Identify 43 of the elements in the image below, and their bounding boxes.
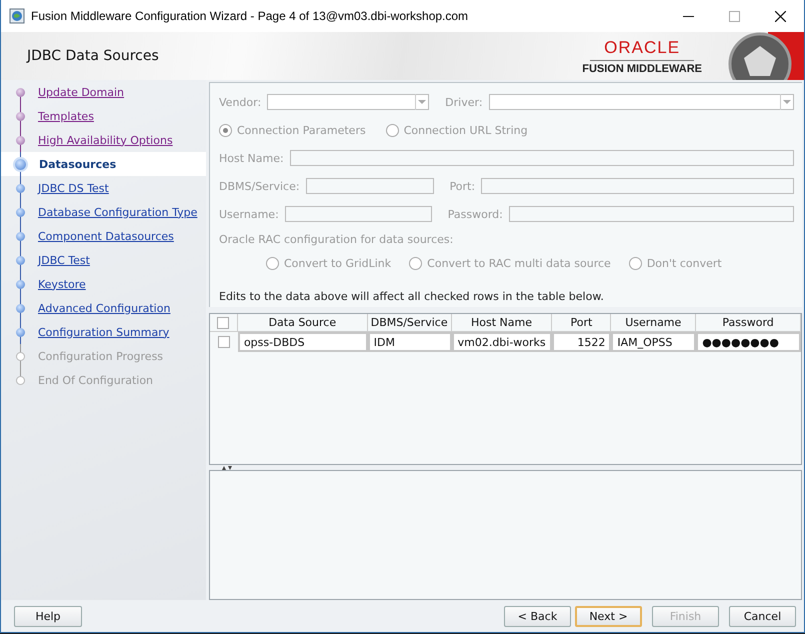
step-link[interactable]: JDBC DS Test: [38, 182, 109, 194]
splitter-arrows-icon: [221, 464, 233, 470]
step-link[interactable]: Update Domain: [38, 86, 124, 98]
dropdown-arrow-icon: [415, 94, 428, 110]
wizard-button[interactable]: < Back: [504, 606, 571, 626]
checkbox[interactable]: [217, 316, 230, 328]
section-label: Oracle RAC configuration for data sources:: [219, 233, 454, 246]
table-cell: opss-DBDS: [238, 332, 368, 352]
close-icon: [775, 10, 786, 22]
brand-logo: ORACLE: [590, 38, 694, 60]
step-label: Configuration Progress: [38, 350, 164, 362]
instruction-text: Edits to the data above will affect all checked rows in the table below.: [219, 290, 605, 303]
maximize-icon: [729, 10, 740, 22]
field-label: Vendor:: [219, 96, 262, 108]
table-cell: ●●●●●●●●: [696, 332, 802, 352]
field-label: DBMS/Service:: [219, 180, 300, 192]
field-label: Password:: [448, 208, 503, 220]
step-link[interactable]: High Availability Options: [38, 134, 173, 146]
step-link[interactable]: Keystore: [38, 278, 86, 290]
page-title: JDBC Data Sources: [27, 48, 160, 64]
wizard-button[interactable]: Help: [14, 606, 82, 626]
checkbox[interactable]: [218, 336, 230, 348]
table-cell: IDM: [368, 332, 452, 352]
table-cell: vm02.dbi-works: [452, 332, 552, 352]
field-label: Driver:: [445, 96, 483, 108]
step-link[interactable]: Component Datasources: [38, 230, 174, 242]
field-label: Port:: [450, 180, 476, 192]
window-title: Fusion Middleware Configuration Wizard - Page 4 of 13@vm03.dbi-workshop.com: [31, 9, 470, 23]
table-cell: IAM_OPSS: [611, 332, 696, 352]
table-cell: 1522: [552, 332, 612, 352]
app-icon: [9, 8, 25, 24]
brand-subtitle: FUSION MIDDLEWARE: [582, 62, 702, 74]
step-link[interactable]: Advanced Configuration: [38, 302, 170, 314]
step-link[interactable]: JDBC Test: [38, 254, 90, 266]
dropdown-arrow-icon: [780, 94, 793, 110]
wizard-button[interactable]: Next >: [575, 606, 642, 626]
field-label: Username:: [219, 208, 279, 220]
field-label: Host Name:: [219, 152, 284, 164]
step-link[interactable]: Templates: [38, 110, 94, 122]
step-link[interactable]: Database Configuration Type: [38, 206, 198, 218]
step-link[interactable]: Configuration Summary: [38, 326, 170, 338]
wizard-button[interactable]: Cancel: [729, 606, 796, 626]
step-label: End Of Configuration: [38, 374, 154, 386]
